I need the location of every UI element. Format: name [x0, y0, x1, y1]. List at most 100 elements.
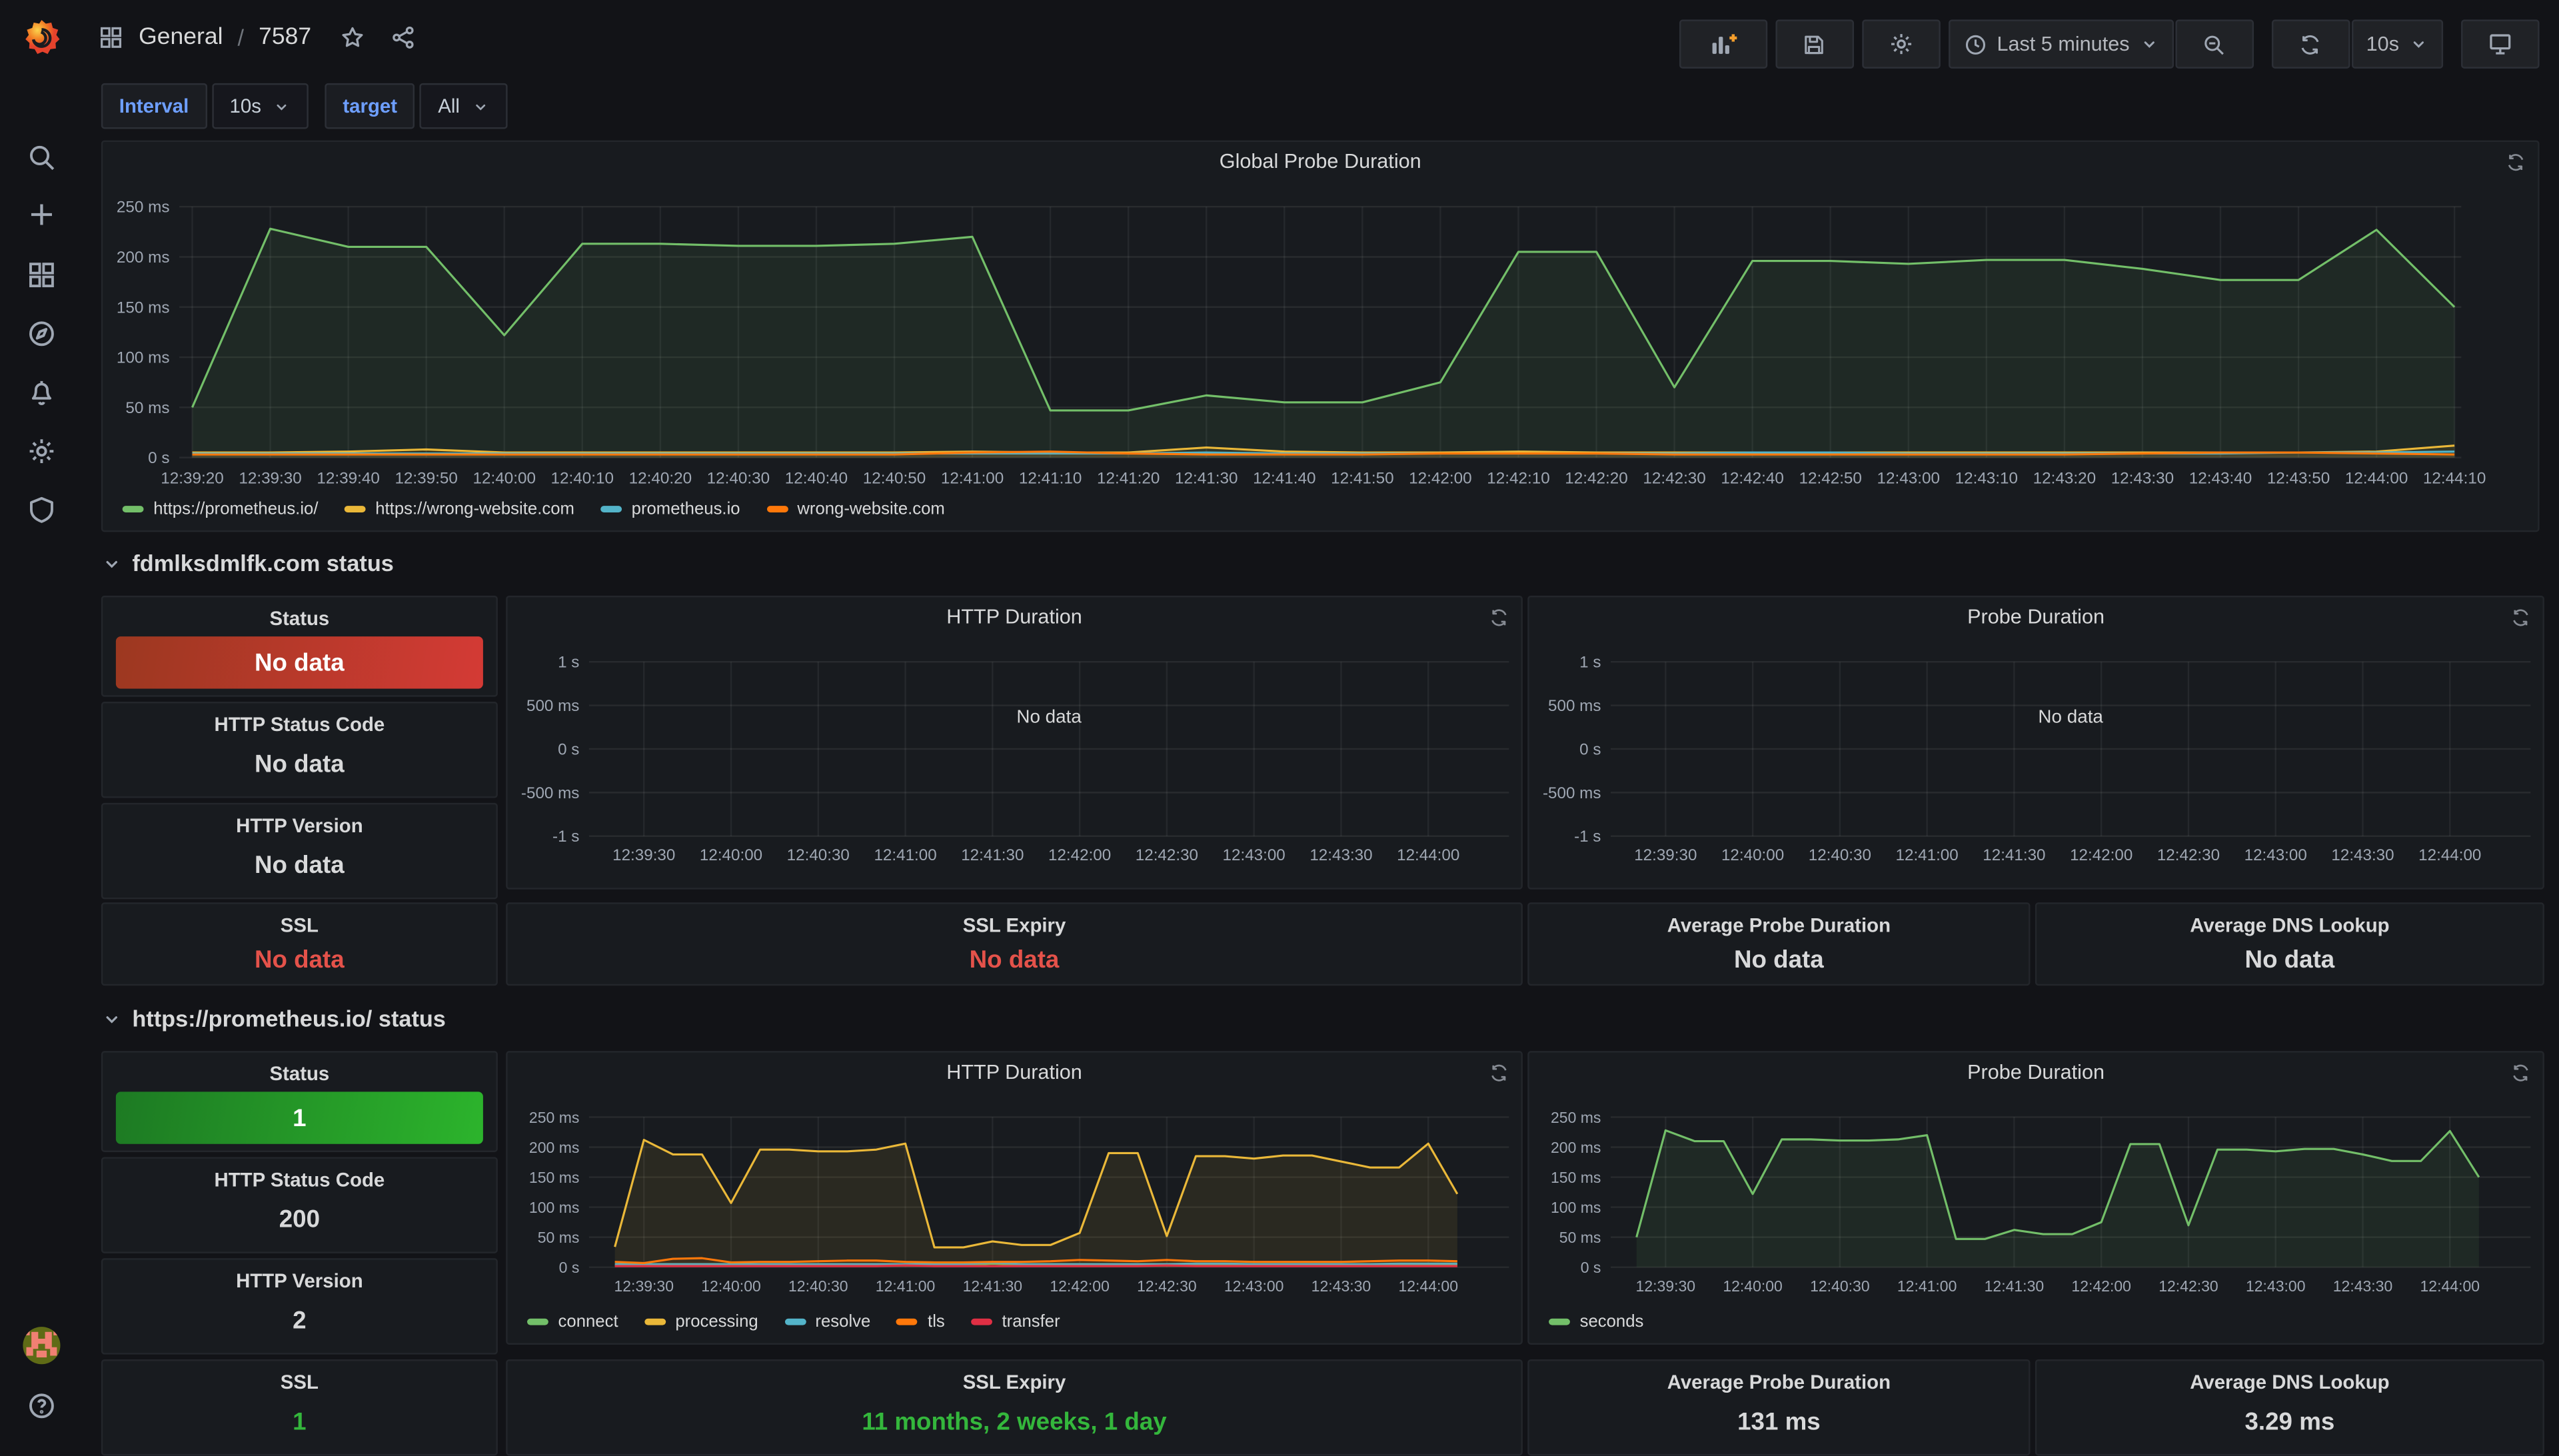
stat-value: 11 months, 2 weeks, 1 day — [508, 1408, 1521, 1436]
svg-text:12:44:00: 12:44:00 — [2420, 1277, 2480, 1295]
legend-swatch — [1549, 1319, 1570, 1325]
sidebar-item-dashboards[interactable] — [0, 247, 81, 302]
kiosk-mode-button[interactable] — [2461, 19, 2540, 68]
legend-item[interactable]: prometheus.io — [600, 499, 740, 518]
stat-title: HTTP Status Code — [103, 713, 496, 736]
svg-text:12:39:30: 12:39:30 — [239, 469, 301, 487]
share-icon[interactable] — [390, 25, 416, 51]
sidebar-item-create[interactable] — [0, 186, 81, 241]
legend-swatch — [897, 1319, 918, 1325]
refresh-interval-picker[interactable]: 10s — [2352, 19, 2444, 68]
sidebar-item-profile[interactable] — [0, 1317, 81, 1372]
configuration-icon — [25, 435, 57, 466]
svg-text:12:44:10: 12:44:10 — [2423, 469, 2486, 487]
stat-value: No data — [103, 946, 496, 974]
svg-text:200 ms: 200 ms — [1551, 1139, 1601, 1156]
variable-label-interval: Interval — [101, 83, 207, 129]
settings-icon — [1887, 31, 1913, 57]
sidebar-item-alerting[interactable] — [0, 364, 81, 419]
svg-text:12:39:30: 12:39:30 — [1634, 846, 1697, 864]
legend-item[interactable]: processing — [644, 1312, 758, 1331]
panel-avg-probe-duration-1: Average Probe Duration No data — [1527, 902, 2030, 986]
breadcrumb-folder[interactable]: General — [139, 25, 223, 51]
stat-title: HTTP Status Code — [103, 1168, 496, 1191]
http-duration-chart[interactable]: 0 s50 ms100 ms150 ms200 ms250 ms12:39:30… — [508, 1053, 1521, 1343]
legend-item[interactable]: seconds — [1549, 1312, 1643, 1331]
panel-http-version-1: HTTP Version No data — [101, 803, 498, 899]
panel-avg-probe-duration-2: Average Probe Duration 131 ms — [1527, 1359, 2030, 1455]
global-probe-duration-chart[interactable]: 0 s50 ms100 ms150 ms200 ms250 ms12:39:20… — [103, 142, 2538, 530]
panel-http-duration-2: HTTP Duration 0 s50 ms100 ms150 ms200 ms… — [506, 1051, 1523, 1345]
monitor-icon — [2487, 31, 2513, 57]
panel-http-status-code-1: HTTP Status Code No data — [101, 702, 498, 798]
stat-title: Average Probe Duration — [1529, 914, 2029, 936]
probe-duration-chart[interactable]: 0 s50 ms100 ms150 ms200 ms250 ms12:39:30… — [1529, 1053, 2543, 1343]
variable-dropdown-interval[interactable]: 10s — [212, 83, 309, 129]
probe-duration-chart-nodata[interactable]: 1 s500 ms0 s-500 ms-1 s12:39:3012:40:001… — [1529, 597, 2543, 888]
add-panel-button[interactable] — [1679, 19, 1767, 68]
svg-text:12:41:00: 12:41:00 — [1897, 1277, 1957, 1295]
svg-text:12:40:00: 12:40:00 — [701, 1277, 761, 1295]
legend-swatch — [600, 506, 622, 512]
chevron-down-icon — [471, 97, 489, 115]
add-icon — [25, 199, 57, 230]
save-dashboard-button[interactable] — [1775, 19, 1853, 68]
legend-label: https://prometheus.io/ — [153, 499, 318, 518]
section-header-fdmlksdmlfk[interactable]: fdmlksdmlfk.com status — [101, 550, 394, 576]
chart-legend: seconds — [1549, 1309, 1643, 1335]
legend-item[interactable]: transfer — [971, 1312, 1060, 1331]
stat-value: 200 — [103, 1206, 496, 1234]
explore-icon — [25, 317, 57, 349]
svg-text:500 ms: 500 ms — [1548, 697, 1601, 715]
svg-text:12:41:30: 12:41:30 — [961, 846, 1024, 864]
svg-text:12:44:00: 12:44:00 — [1398, 1277, 1458, 1295]
section-header-prometheus[interactable]: https://prometheus.io/ status — [101, 1006, 446, 1032]
svg-text:12:39:20: 12:39:20 — [161, 469, 223, 487]
chevron-down-icon — [273, 97, 291, 115]
time-range-picker[interactable]: Last 5 minutes — [1948, 19, 2174, 68]
legend-item[interactable]: connect — [527, 1312, 618, 1331]
refresh-button[interactable] — [2272, 19, 2350, 68]
server-admin-icon — [25, 494, 57, 525]
star-icon[interactable] — [339, 25, 365, 51]
legend-item[interactable]: wrong-website.com — [766, 499, 945, 518]
breadcrumb-page[interactable]: 7587 — [259, 25, 311, 51]
svg-text:150 ms: 150 ms — [117, 299, 170, 317]
svg-text:150 ms: 150 ms — [529, 1169, 579, 1186]
sidebar-item-configuration[interactable] — [0, 422, 81, 478]
svg-text:12:40:10: 12:40:10 — [551, 469, 614, 487]
variable-dropdown-target[interactable]: All — [420, 83, 507, 129]
legend-swatch — [644, 1319, 666, 1325]
legend-item[interactable]: https://wrong-website.com — [345, 499, 574, 518]
sidebar-item-search[interactable] — [0, 129, 81, 184]
legend-label: processing — [675, 1312, 758, 1331]
legend-item[interactable]: resolve — [784, 1312, 870, 1331]
legend-item[interactable]: https://prometheus.io/ — [123, 499, 319, 518]
svg-text:-1 s: -1 s — [1574, 828, 1601, 846]
dashboard-settings-button[interactable] — [1861, 19, 1940, 68]
svg-text:12:40:30: 12:40:30 — [1810, 1277, 1870, 1295]
svg-text:200 ms: 200 ms — [117, 249, 170, 267]
http-duration-chart-nodata[interactable]: 1 s500 ms0 s-500 ms-1 s12:39:3012:40:001… — [508, 597, 1521, 888]
svg-text:12:41:10: 12:41:10 — [1019, 469, 1082, 487]
svg-text:12:43:00: 12:43:00 — [1224, 1277, 1284, 1295]
svg-text:12:40:00: 12:40:00 — [700, 846, 762, 864]
sidebar-item-help[interactable] — [0, 1377, 81, 1433]
sidebar-item-server-admin[interactable] — [0, 481, 81, 536]
svg-text:12:40:30: 12:40:30 — [707, 469, 770, 487]
zoom-out-button[interactable] — [2175, 19, 2254, 68]
svg-text:12:42:30: 12:42:30 — [2157, 846, 2220, 864]
svg-text:12:43:20: 12:43:20 — [2033, 469, 2096, 487]
svg-text:12:43:30: 12:43:30 — [1311, 1277, 1371, 1295]
grafana-logo[interactable] — [0, 10, 81, 65]
panel-http-status-code-2: HTTP Status Code 200 — [101, 1157, 498, 1253]
search-icon — [25, 141, 57, 173]
legend-item[interactable]: tls — [897, 1312, 945, 1331]
svg-text:12:43:00: 12:43:00 — [2244, 846, 2307, 864]
svg-text:12:43:30: 12:43:30 — [2331, 846, 2394, 864]
svg-text:50 ms: 50 ms — [538, 1229, 580, 1246]
legend-swatch — [766, 506, 788, 512]
svg-text:12:41:30: 12:41:30 — [1983, 846, 2045, 864]
svg-text:12:41:50: 12:41:50 — [1331, 469, 1393, 487]
sidebar-item-explore[interactable] — [0, 305, 81, 361]
